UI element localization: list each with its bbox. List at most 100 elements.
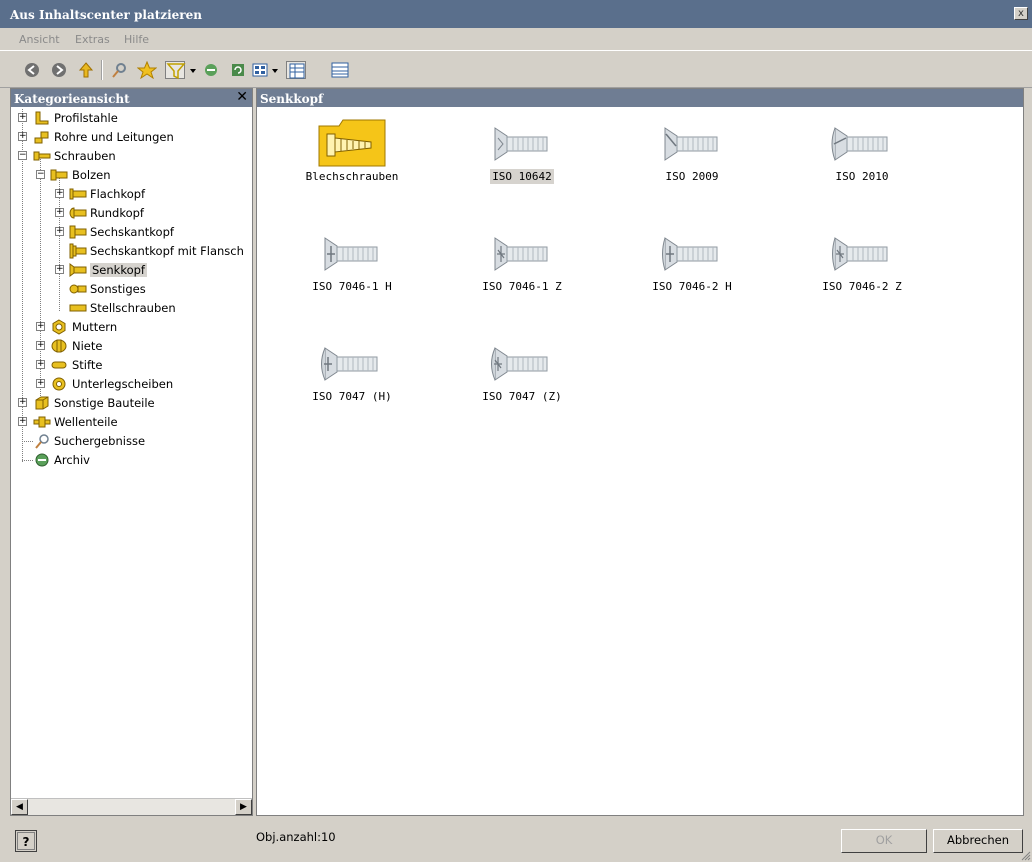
- hex-head-screw-icon: [69, 224, 87, 240]
- countersunk-screw-icon: [315, 226, 391, 282]
- tree-item-label: Senkkopf: [90, 263, 147, 277]
- favorites-icon[interactable]: [137, 61, 157, 79]
- folder-icon: [315, 116, 391, 172]
- forward-icon[interactable]: [49, 61, 69, 79]
- item-iso-10642[interactable]: ISO 10642: [447, 108, 597, 208]
- tree-item-label: Flachkopf: [90, 187, 146, 201]
- scroll-left-button[interactable]: ◀: [11, 799, 28, 815]
- search-icon[interactable]: [110, 61, 130, 79]
- countersunk-screw-icon: [485, 116, 561, 172]
- item-label: ISO 7047 (H): [312, 390, 392, 403]
- expand-icon[interactable]: +: [55, 189, 64, 198]
- horizontal-scrollbar[interactable]: ◀ ▶: [11, 798, 252, 815]
- pipe-icon: [33, 129, 51, 145]
- tree-item-label: Unterlegscheiben: [72, 377, 174, 391]
- item-iso-7046-2-z[interactable]: ISO 7046-2 Z: [787, 218, 937, 318]
- archive-icon[interactable]: [201, 61, 221, 79]
- item-iso-2009[interactable]: ISO 2009: [617, 108, 767, 208]
- tree-item-label: Archiv: [54, 453, 90, 467]
- ok-button[interactable]: OK: [841, 829, 927, 853]
- misc-part-icon: [33, 395, 51, 411]
- set-screw-icon: [69, 300, 87, 316]
- help-icon: ?: [17, 832, 35, 850]
- rivet-icon: [50, 338, 68, 354]
- tree-item-label: Sonstiges: [90, 282, 146, 296]
- expand-icon[interactable]: +: [36, 341, 45, 350]
- up-icon[interactable]: [76, 61, 96, 79]
- collapse-icon[interactable]: −: [36, 170, 45, 179]
- countersunk-screw-icon: [485, 336, 561, 392]
- item-label: ISO 10642: [490, 169, 554, 184]
- expand-icon[interactable]: +: [18, 132, 27, 141]
- expand-icon[interactable]: +: [18, 113, 27, 122]
- menu-ansicht[interactable]: Ansicht: [19, 33, 60, 46]
- table-view-icon[interactable]: [330, 61, 350, 79]
- category-panel-title: Kategorieansicht: [14, 92, 130, 106]
- item-iso-7047-z[interactable]: ISO 7047 (Z): [447, 328, 597, 428]
- item-label: ISO 7046-1 Z: [482, 280, 562, 293]
- item-iso-7046-1-h[interactable]: ISO 7046-1 H: [277, 218, 427, 318]
- tree-item-label: Schrauben: [54, 149, 116, 163]
- expand-icon[interactable]: +: [36, 322, 45, 331]
- expand-icon[interactable]: +: [55, 265, 64, 274]
- help-button[interactable]: ?: [15, 830, 37, 852]
- cancel-button[interactable]: Abbrechen: [933, 829, 1023, 853]
- item-label: ISO 2009: [665, 170, 719, 183]
- item-iso-7046-1-z[interactable]: ISO 7046-1 Z: [447, 218, 597, 318]
- shaft-icon: [33, 414, 51, 430]
- countersunk-screw-icon: [655, 116, 731, 172]
- pin-icon: [50, 357, 68, 373]
- tree-item-label: Bolzen: [72, 168, 111, 182]
- item-label: Blechschrauben: [305, 170, 399, 183]
- refresh-icon[interactable]: [228, 61, 248, 79]
- resize-grip-icon[interactable]: [1019, 849, 1031, 861]
- expand-icon[interactable]: +: [36, 360, 45, 369]
- dropdown-arrow-icon[interactable]: [270, 61, 280, 79]
- tree-item-label: Profilstahle: [54, 111, 118, 125]
- archive-icon: [33, 452, 51, 468]
- item-label: ISO 7047 (Z): [482, 390, 562, 403]
- filter-icon[interactable]: [165, 61, 186, 80]
- view-icon[interactable]: [251, 61, 271, 79]
- countersunk-screw-icon: [69, 262, 87, 278]
- expand-icon[interactable]: +: [18, 398, 27, 407]
- item-iso-7046-2-h[interactable]: ISO 7046-2 H: [617, 218, 767, 318]
- close-icon[interactable]: ✕: [236, 89, 248, 105]
- menu-hilfe[interactable]: Hilfe: [124, 33, 149, 46]
- item-label: ISO 7046-1 H: [312, 280, 392, 293]
- expand-icon[interactable]: +: [55, 208, 64, 217]
- back-icon[interactable]: [22, 61, 42, 79]
- category-tree: + Profilstahle + Rohre und Leitungen − S…: [11, 109, 252, 799]
- tree-view-icon[interactable]: [286, 61, 306, 79]
- tree-item-label: Stellschrauben: [90, 301, 176, 315]
- countersunk-screw-icon: [825, 226, 901, 282]
- expand-icon[interactable]: +: [36, 379, 45, 388]
- tree-item-label: Muttern: [72, 320, 118, 334]
- tree-item-label: Stifte: [72, 358, 103, 372]
- misc-screw-icon: [69, 281, 87, 297]
- profile-steel-icon: [33, 110, 51, 126]
- item-iso-2010[interactable]: ISO 2010: [787, 108, 937, 208]
- content-panel-header: Senkkopf: [257, 89, 1023, 107]
- item-blechschrauben[interactable]: Blechschrauben: [277, 108, 427, 208]
- item-label: ISO 7046-2 H: [652, 280, 732, 293]
- category-panel-header: Kategorieansicht ✕: [11, 89, 252, 107]
- flange-screw-icon: [69, 243, 87, 259]
- menu-bar: Ansicht Extras Hilfe: [0, 28, 1032, 50]
- washer-icon: [50, 376, 68, 392]
- item-iso-7047-h[interactable]: ISO 7047 (H): [277, 328, 427, 428]
- scroll-right-button[interactable]: ▶: [235, 799, 252, 815]
- countersunk-screw-icon: [485, 226, 561, 282]
- close-icon[interactable]: x: [1014, 7, 1028, 20]
- collapse-icon[interactable]: −: [18, 151, 27, 160]
- screw-icon: [33, 148, 51, 164]
- expand-icon[interactable]: +: [55, 227, 64, 236]
- dropdown-arrow-icon[interactable]: [188, 61, 198, 79]
- bolt-icon: [50, 167, 68, 183]
- expand-icon[interactable]: +: [18, 417, 27, 426]
- menu-extras[interactable]: Extras: [75, 33, 110, 46]
- item-label: ISO 2010: [835, 170, 889, 183]
- toolbar: [0, 50, 1032, 88]
- tree-item-label: Rundkopf: [90, 206, 144, 220]
- tree-item-label: Sechskantkopf mit Flansch: [90, 244, 244, 258]
